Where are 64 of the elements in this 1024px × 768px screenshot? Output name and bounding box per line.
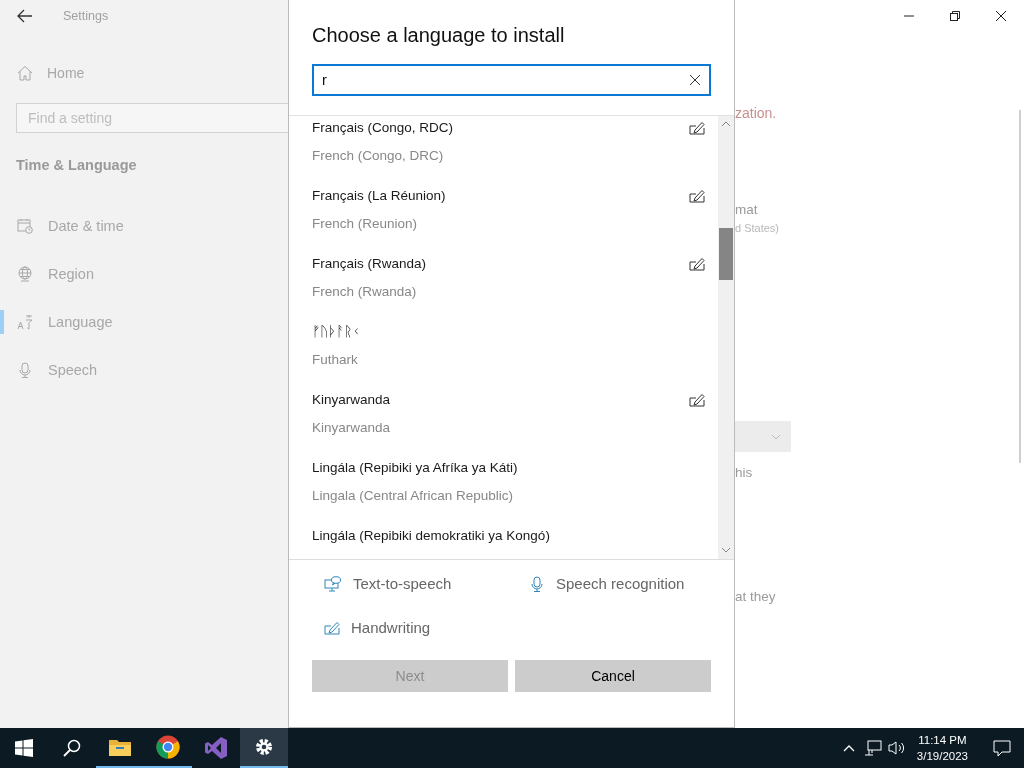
- search-field[interactable]: r: [312, 64, 711, 96]
- language-translation: Kinyarwanda: [312, 419, 391, 437]
- language-name: Français (Rwanda): [312, 255, 427, 273]
- windows-logo-icon: [15, 739, 33, 757]
- setting-caption: d States): [735, 221, 780, 235]
- microphone-icon: [17, 362, 33, 378]
- list-option[interactable]: Français (Rwanda) French (Rwanda): [289, 252, 718, 320]
- volume-icon[interactable]: [887, 740, 906, 756]
- calendar-icon: [17, 218, 33, 234]
- scrollbar[interactable]: [1019, 110, 1021, 463]
- dialog-title: Choose a language to install: [312, 23, 566, 48]
- speech-bubble-icon: [324, 575, 342, 592]
- list-option[interactable]: Kinyarwanda Kinyarwanda: [289, 388, 718, 456]
- setting-text: mat: [735, 201, 758, 219]
- clear-icon[interactable]: [689, 74, 701, 86]
- circle-logo-icon: [156, 735, 180, 759]
- selection-indicator: [0, 310, 4, 334]
- infinity-logo-icon: [204, 736, 228, 760]
- gear-icon: [254, 737, 274, 757]
- list-option[interactable]: Lingála (Repibiki demokratiki ya Kongó): [289, 524, 718, 559]
- globe-icon: [17, 266, 33, 282]
- microphone-icon: [529, 575, 545, 592]
- chevron-up-icon[interactable]: [842, 744, 855, 752]
- notification-icon[interactable]: [993, 739, 1011, 757]
- scrollbar[interactable]: [718, 116, 734, 559]
- language-name: Français (La Réunion): [312, 187, 446, 205]
- language-name: Lingála (Repibiki ya Afríka ya Káti): [312, 459, 518, 477]
- feature-label: Text-to-speech: [353, 574, 452, 594]
- feature-label: Handwriting: [351, 618, 431, 638]
- window-title: Settings: [63, 9, 109, 23]
- pen-icon: [324, 620, 340, 635]
- language-translation: French (Congo, DRC): [312, 147, 445, 165]
- setting-text: his: [735, 464, 753, 482]
- home-icon: [17, 65, 33, 81]
- taskbar-button[interactable]: [240, 728, 288, 768]
- list-option[interactable]: ᚠᚢᚦᚨᚱᚲ Futhark: [289, 320, 718, 388]
- language-translation: Lingala (Central African Republic): [312, 487, 515, 505]
- list-option[interactable]: Français (La Réunion) French (Reunion): [289, 184, 718, 252]
- scroll-down-icon[interactable]: [721, 547, 731, 553]
- restore-icon: [950, 11, 960, 21]
- scrollbar-thumb[interactable]: [719, 228, 733, 280]
- warning-text: zation.: [735, 104, 777, 122]
- setting-text: at they: [735, 588, 776, 606]
- language-name: ᚠᚢᚦᚨᚱᚲ: [312, 323, 360, 341]
- list-option[interactable]: Français (Congo, RDC) French (Congo, DRC): [289, 116, 718, 184]
- back-icon[interactable]: [17, 9, 33, 23]
- clock[interactable]: 11:14 PM 3/19/2023: [916, 732, 968, 764]
- chevron-down-icon: [771, 433, 781, 440]
- feature-label: Speech recognition: [556, 574, 685, 594]
- close-icon: [995, 10, 1007, 22]
- network-icon[interactable]: [863, 740, 882, 756]
- language-translation: French (Reunion): [312, 215, 419, 233]
- language-name: Français (Congo, RDC): [312, 119, 454, 137]
- language-name: Lingála (Repibiki demokratiki ya Kongó): [312, 527, 550, 545]
- language-translation: Futhark: [312, 351, 359, 369]
- search-icon: [63, 739, 81, 757]
- language-name: Kinyarwanda: [312, 391, 391, 409]
- scroll-up-icon[interactable]: [721, 121, 731, 127]
- list-option[interactable]: Lingála (Repibiki ya Afríka ya Káti) Lingala (Central African Republic): [289, 456, 718, 524]
- section-heading: Time & Language: [16, 156, 138, 175]
- language-icon: [17, 314, 33, 330]
- folder-icon: [109, 738, 131, 756]
- language-translation: French (Rwanda): [312, 283, 418, 301]
- cancel-button[interactable]: Cancel: [515, 660, 711, 692]
